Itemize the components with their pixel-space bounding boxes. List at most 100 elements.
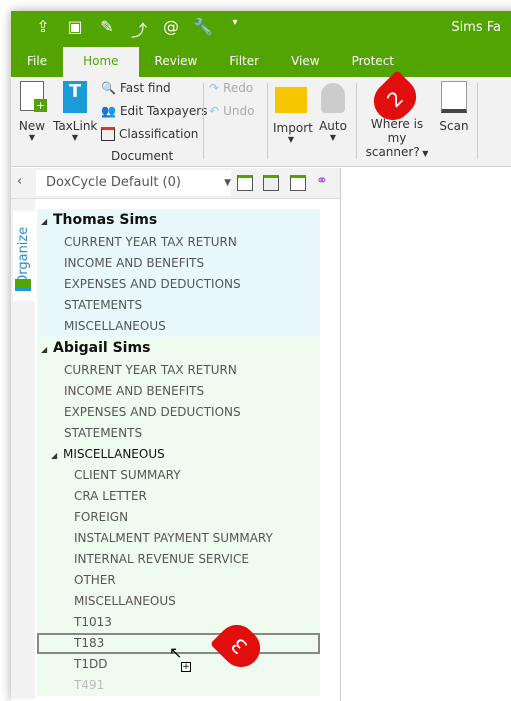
tree-item-label: CLIENT SUMMARY [74,468,181,482]
tree-item-label: STATEMENTS [64,298,143,312]
scanner-icon [441,81,467,113]
folder-item[interactable]: EXPENSES AND DEDUCTIONS [37,402,320,423]
taxlink-button[interactable]: T TaxLink ▼ [53,81,97,142]
tab-home[interactable]: Home [63,47,139,77]
side-tab-strip: Organize [11,199,35,699]
fast-find-icon: 🔍 [101,81,116,95]
app-window: ⇪ ▣ ✎ ⤴ @ 🔧 ▾ Sims Fa File Home Review F… [11,11,511,701]
tab-filter[interactable]: Filter [213,47,275,77]
folder-item[interactable]: CURRENT YEAR TAX RETURN [37,360,320,381]
view-details-icon[interactable] [263,175,279,191]
tree-item-label: INCOME AND BENEFITS [64,384,205,398]
redo-icon: ↷ [209,81,220,95]
document-tree: ◢ Thomas Sims CURRENT YEAR TAX RETURN INCOM… [37,209,320,701]
folder-item[interactable]: STATEMENTS [37,295,320,316]
new-document-icon: + [20,81,47,112]
subfolder-item[interactable]: INTERNAL REVENUE SERVICE [37,549,320,570]
subfolder-item[interactable]: T491 [37,675,320,696]
ribbon: + New ▼ T TaxLink ▼ 🔍 Fast find 👥 Edit Taxpa… [11,77,511,167]
folder-item[interactable]: INCOME AND BENEFITS [37,253,320,274]
folder-item[interactable]: INCOME AND BENEFITS [37,381,320,402]
taxlink-icon: T [63,81,87,113]
tree-item-label: OTHER [74,573,116,587]
edit-taxpayers-button[interactable]: 👥 Edit Taxpayers [101,104,207,118]
where-is-my-scanner-button[interactable]: Where is my scanner? ▼ [361,117,433,161]
taxpayer-node[interactable]: ◢ Abigail Sims [37,337,320,360]
view-list-icon[interactable] [237,175,253,191]
subfolder-item[interactable]: T1013 [37,612,320,633]
tree-item-label: INSTALMENT PAYMENT SUMMARY [74,531,273,545]
at-icon[interactable]: @ [161,17,181,41]
tree-item-label: EXPENSES AND DEDUCTIONS [64,405,241,419]
taxpayer-node[interactable]: ◢ Thomas Sims [37,209,320,232]
save-icon[interactable]: ▣ [65,17,85,41]
tree-item-label: INCOME AND BENEFITS [64,256,205,270]
tree-item-label: MISCELLANEOUS [64,319,166,333]
classification-button[interactable]: Classification [101,127,198,141]
folder-item[interactable]: MISCELLANEOUS [37,316,320,337]
view-tree-icon[interactable] [290,175,306,191]
tree-item-label: Abigail Sims [53,340,151,356]
organize-icon [15,279,31,291]
folder-item[interactable]: STATEMENTS [37,423,320,444]
subfolder-item[interactable]: CRA LETTER [37,486,320,507]
subfolder-item[interactable]: FOREIGN [37,507,320,528]
subfolder-item[interactable]: MISCELLANEOUS [37,591,320,612]
tree-item-label: MISCELLANEOUS [74,594,176,608]
tree-item-label: T1DD [74,657,108,671]
drag-copy-icon: + [181,662,191,672]
share-icon[interactable]: ⇪ [33,17,53,41]
tree-item-label: T491 [74,678,105,692]
expand-triangle-icon[interactable]: ◢ [51,445,63,466]
upload-icon[interactable]: ⤴ [129,17,149,41]
tree-item-label: INTERNAL REVENUE SERVICE [74,552,249,566]
expand-triangle-icon[interactable]: ◢ [41,338,53,361]
undo-button[interactable]: ↶ Undo [209,104,254,118]
tree-item-label: T183 [74,636,105,650]
subfolder-item[interactable]: INSTALMENT PAYMENT SUMMARY [37,528,320,549]
tree-item-label: STATEMENTS [64,426,143,440]
ribbon-tabs: File Home Review Filter View Protect [11,47,410,77]
person-icon [321,83,345,113]
window-title: Sims Fa [451,20,501,35]
undo-icon: ↶ [209,104,220,118]
tree-item-label: T1013 [74,615,112,629]
quick-access-toolbar: ⇪ ▣ ✎ ⤴ @ 🔧 ▾ [33,17,245,41]
fast-find-button[interactable]: 🔍 Fast find [101,81,171,95]
mouse-cursor-icon: ↖ [169,643,183,662]
classification-icon [101,127,115,141]
folder-item[interactable]: CURRENT YEAR TAX RETURN [37,232,320,253]
taxlink-link-icon[interactable]: ⚭ [316,173,328,189]
scan-button[interactable]: Scan [436,81,472,133]
folder-item[interactable]: EXPENSES AND DEDUCTIONS [37,274,320,295]
title-bar: ⇪ ▣ ✎ ⤴ @ 🔧 ▾ Sims Fa File Home Review F… [11,11,511,77]
collapse-chevron-icon[interactable]: ‹ [17,174,22,189]
tree-item-label: CURRENT YEAR TAX RETURN [64,235,237,249]
import-button[interactable]: Import ▼ [273,81,313,144]
auto-button[interactable]: Auto ▼ [315,81,351,142]
tab-view[interactable]: View [275,47,335,77]
document-group-label: Document [111,149,174,163]
dropdown-icon[interactable]: ▾ [225,17,245,41]
tree-item-label: FOREIGN [74,510,129,524]
panel-header: ‹ DoxCycle Default (0) ▼ ⚭ [11,168,341,199]
doxcycle-combo[interactable]: DoxCycle Default (0) ▼ [36,170,231,196]
subfolder-item[interactable]: CLIENT SUMMARY [37,465,320,486]
folder-node[interactable]: ◢ MISCELLANEOUS [37,444,320,465]
tree-item-label: MISCELLANEOUS [63,447,165,461]
expand-triangle-icon[interactable]: ◢ [41,210,53,233]
redo-button[interactable]: ↷ Redo [209,81,253,95]
people-icon: 👥 [101,104,116,118]
tree-item-label: Thomas Sims [53,212,158,228]
tree-item-label: CURRENT YEAR TAX RETURN [64,363,237,377]
edit-icon[interactable]: ✎ [97,17,117,41]
chevron-down-icon: ▼ [224,178,231,188]
folder-import-icon [275,87,307,113]
subfolder-item[interactable]: OTHER [37,570,320,591]
new-button[interactable]: + New ▼ [17,81,47,142]
tree-item-label: EXPENSES AND DEDUCTIONS [64,277,241,291]
tree-item-label: CRA LETTER [74,489,147,503]
wrench-icon[interactable]: 🔧 [193,17,213,41]
tab-review[interactable]: Review [139,47,214,77]
tab-file[interactable]: File [11,47,63,77]
